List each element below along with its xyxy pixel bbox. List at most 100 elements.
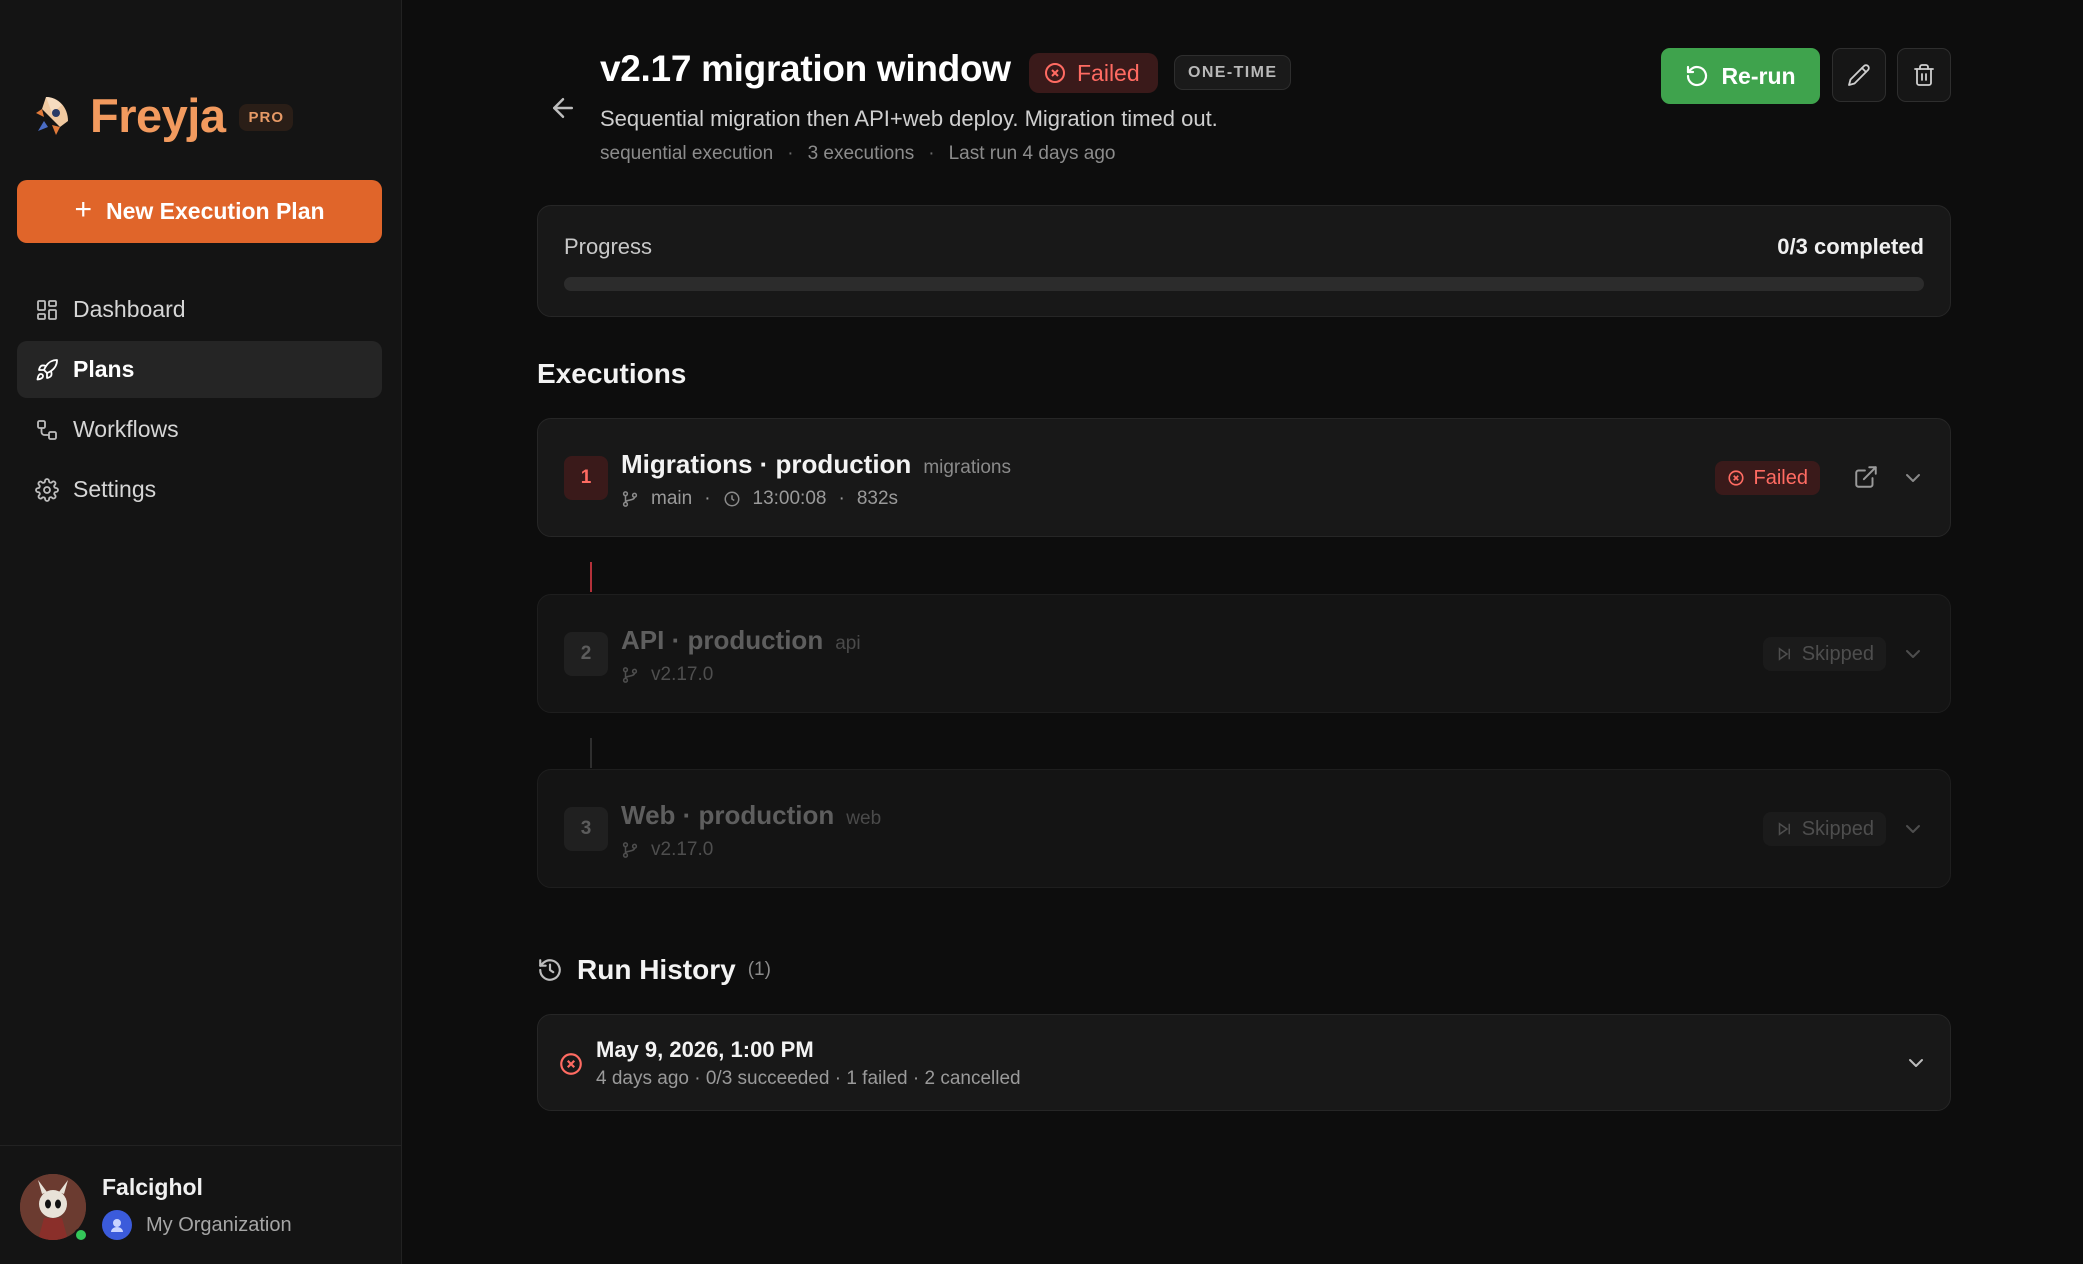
plan-status-label: Failed: [1077, 59, 1140, 86]
sidebar-item-workflows[interactable]: Workflows: [17, 401, 382, 458]
progress-bar: [564, 277, 1924, 291]
execution-connector: [590, 738, 592, 768]
x-circle-icon: [1727, 470, 1744, 486]
chevron-down-icon[interactable]: [1904, 1051, 1928, 1075]
x-circle-icon: [1045, 63, 1065, 83]
back-arrow-icon[interactable]: [548, 93, 578, 123]
execution-count: 3 executions: [807, 143, 915, 164]
brand-name: Freyja: [90, 89, 226, 142]
sidebar-item-label: Workflows: [73, 416, 179, 442]
edit-button[interactable]: [1832, 48, 1886, 102]
executions-heading: Executions: [537, 358, 687, 389]
git-branch-icon: [622, 842, 638, 858]
workflow-icon: [37, 419, 57, 440]
execution-tag: migrations: [923, 457, 1011, 478]
execution-title: API · production api: [621, 625, 861, 656]
execution-duration: 832s: [856, 488, 899, 509]
last-run: Last run 4 days ago: [948, 143, 1116, 164]
clock-icon: [724, 491, 740, 507]
page-title: v2.17 migration window: [600, 48, 1011, 89]
pencil-icon: [1848, 64, 1870, 86]
run-summary: 4 days ago · 0/3 succeeded · 1 failed · …: [596, 1068, 1021, 1089]
plan-status-badge: Failed: [1029, 53, 1158, 93]
external-link-icon[interactable]: [1853, 464, 1879, 490]
chevron-down-icon[interactable]: [1901, 817, 1925, 841]
plan-description: Sequential migration then API+web deploy…: [600, 106, 1218, 131]
execution-name: Migrations · production: [621, 449, 912, 479]
execution-number: 1: [564, 456, 608, 500]
execution-status-badge: Skipped: [1762, 637, 1886, 671]
refresh-icon: [1687, 65, 1708, 87]
gear-icon: [35, 477, 59, 502]
progress-card: Progress 0/3 completed: [537, 205, 1951, 317]
chevron-down-icon[interactable]: [1901, 466, 1925, 490]
dashboard-icon: [37, 299, 57, 320]
run-history-heading: Run History (1): [537, 954, 771, 986]
sidebar: Freyja PRO + New Execution Plan Dashboar…: [0, 0, 402, 1264]
sidebar-item-dashboard[interactable]: Dashboard: [17, 281, 382, 338]
execution-tag: web: [846, 808, 882, 829]
execution-card[interactable]: 2 API · production api v2.17.0 Skipped: [537, 594, 1951, 713]
plan-meta: sequential execution · 3 executions · La…: [600, 143, 1115, 165]
execution-branch: v2.17.0: [651, 664, 714, 685]
brand[interactable]: Freyja PRO: [32, 88, 293, 143]
progress-count: 0/3 completed: [1777, 234, 1924, 259]
execution-name: Web · production: [621, 800, 835, 830]
execution-branch: main: [651, 488, 693, 509]
execution-status-badge: Skipped: [1762, 812, 1886, 846]
rocket-logo-icon: [36, 96, 68, 135]
online-status-indicator: [74, 1228, 88, 1242]
sidebar-item-label: Dashboard: [73, 296, 186, 322]
run-history-title: Run History: [577, 954, 736, 985]
skip-icon: [1778, 647, 1790, 661]
execution-time: 13:00:08: [752, 488, 827, 509]
run-date: May 9, 2026, 1:00 PM: [596, 1037, 814, 1062]
x-circle-icon: [560, 1053, 582, 1075]
sidebar-item-label: Settings: [73, 476, 157, 502]
execution-name: API · production: [621, 625, 824, 655]
execution-number: 2: [564, 632, 608, 676]
execution-meta: main · 13:00:08 · 832s: [621, 488, 898, 510]
sidebar-nav: Dashboard Plans Workflows Settings: [17, 281, 382, 521]
execution-mode: sequential execution: [600, 143, 774, 164]
execution-title: Web · production web: [621, 800, 881, 831]
git-branch-icon: [622, 491, 638, 507]
execution-connector: [590, 562, 592, 592]
chevron-down-icon[interactable]: [1901, 642, 1925, 666]
new-execution-plan-button[interactable]: + New Execution Plan: [17, 180, 382, 243]
user-profile[interactable]: Falcighol My Organization: [0, 1145, 402, 1264]
user-name: Falcighol: [102, 1174, 203, 1200]
organization-icon: [102, 1210, 132, 1240]
separator: ·: [838, 488, 845, 509]
execution-title: Migrations · production migrations: [621, 449, 1011, 480]
execution-meta: v2.17.0: [621, 664, 713, 686]
plus-icon: +: [74, 193, 92, 226]
execution-status-label: Skipped: [1801, 817, 1874, 840]
rerun-button[interactable]: Re-run: [1661, 48, 1820, 104]
sidebar-item-label: Plans: [73, 356, 135, 382]
progress-label: Progress: [564, 234, 653, 259]
trash-icon: [1914, 64, 1934, 86]
skip-icon: [1778, 822, 1790, 836]
separator: ·: [928, 143, 935, 164]
history-icon: [539, 959, 561, 981]
run-history-count: (1): [747, 959, 771, 980]
execution-card[interactable]: 1 Migrations · production migrations mai…: [537, 418, 1951, 537]
new-execution-plan-label: New Execution Plan: [105, 198, 325, 224]
rerun-label: Re-run: [1721, 62, 1796, 89]
separator: ·: [704, 488, 711, 509]
sidebar-item-plans[interactable]: Plans: [17, 341, 382, 398]
pro-badge: PRO: [239, 104, 293, 131]
delete-button[interactable]: [1897, 48, 1951, 102]
execution-status-badge: Failed: [1714, 461, 1820, 495]
separator: ·: [787, 143, 794, 164]
organization-name: My Organization: [146, 1214, 292, 1236]
run-history-item[interactable]: May 9, 2026, 1:00 PM 4 days ago · 0/3 su…: [537, 1014, 1951, 1111]
execution-number: 3: [564, 807, 608, 851]
sidebar-item-settings[interactable]: Settings: [17, 461, 382, 518]
execution-branch: v2.17.0: [651, 839, 714, 860]
git-branch-icon: [622, 667, 638, 683]
rocket-icon: [36, 358, 58, 380]
plan-type-badge: ONE-TIME: [1174, 55, 1292, 90]
execution-card[interactable]: 3 Web · production web v2.17.0 Skipped: [537, 769, 1951, 888]
